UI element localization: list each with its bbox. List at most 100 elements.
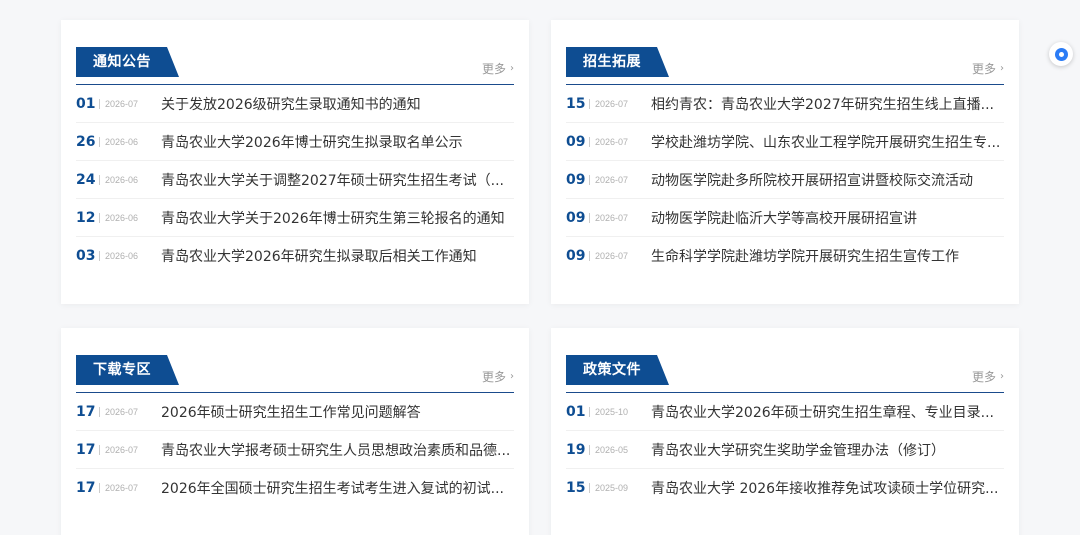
item-year-month: 2025-09: [595, 483, 629, 493]
item-day: 03: [76, 248, 96, 264]
divider: [99, 483, 100, 493]
list-item[interactable]: 03 2026-06 青岛农业大学2026年研究生拟录取后相关工作通知: [76, 237, 514, 275]
divider: [589, 212, 590, 223]
item-title[interactable]: 关于发放2026级研究生录取通知书的通知: [161, 94, 514, 114]
divider: [99, 174, 100, 185]
item-year-month: 2026-07: [595, 212, 629, 223]
more-label: 更多: [971, 370, 996, 384]
list-item[interactable]: 17 2026-07 2026年硕士研究生招生工作常见问题解答: [76, 393, 514, 431]
list-item[interactable]: 15 2026-07 相约青农：青岛农业大学2027年研究生招生线上直播...: [566, 85, 1004, 123]
news-list: 15 2026-07 相约青农：青岛农业大学2027年研究生招生线上直播... 09…: [566, 85, 1004, 275]
item-year-month: 2026-07: [105, 406, 139, 417]
item-title[interactable]: 青岛农业大学研究生奖助学金管理办法（修订）: [651, 440, 1004, 460]
list-item[interactable]: 09 2026-07 学校赴潍坊学院、山东农业工程学院开展研究生招生专...: [566, 123, 1004, 161]
list-item[interactable]: 17 2026-07 2026年全国硕士研究生招生考试考生进入复试的初试...: [76, 469, 514, 507]
item-year-month: 2026-06: [105, 212, 139, 223]
item-year-month: 2026-05: [595, 444, 629, 455]
chevron-right-icon: ›: [1000, 63, 1004, 74]
panel-header: 下载专区 更多 ›: [76, 355, 514, 393]
list-item[interactable]: 09 2026-07 动物医学院赴临沂大学等高校开展研招宣讲: [566, 199, 1004, 237]
list-item[interactable]: 09 2026-07 动物医学院赴多所院校开展研招宣讲暨校际交流活动: [566, 161, 1004, 199]
panel-downloads: 下载专区 更多 › 17 2026-07 2026年硕士研究生招生工作常见问题解答 …: [61, 328, 529, 535]
item-year-month: 2026-06: [105, 174, 139, 185]
panel-title[interactable]: 政策文件: [566, 355, 669, 385]
divider: [99, 98, 100, 109]
list-item[interactable]: 19 2026-05 青岛农业大学研究生奖助学金管理办法（修订）: [566, 431, 1004, 469]
divider: [589, 406, 590, 417]
divider: [99, 406, 100, 417]
more-link[interactable]: 更多 ›: [972, 368, 1004, 385]
list-item[interactable]: 17 2026-07 青岛农业大学报考硕士研究生人员思想政治素质和品德...: [76, 431, 514, 469]
item-title[interactable]: 青岛农业大学2026年硕士研究生招生章程、专业目录...: [651, 402, 1004, 422]
item-title[interactable]: 青岛农业大学 2026年接收推荐免试攻读硕士学位研究...: [651, 478, 1004, 498]
panel-title[interactable]: 下载专区: [76, 355, 179, 385]
item-title[interactable]: 青岛农业大学2026年研究生拟录取后相关工作通知: [161, 246, 514, 266]
item-day: 09: [566, 248, 586, 264]
news-list: 17 2026-07 2026年硕士研究生招生工作常见问题解答 17 2026-07 青…: [76, 393, 514, 507]
item-day: 15: [566, 480, 586, 496]
panel-header: 政策文件 更多 ›: [566, 355, 1004, 393]
item-day: 01: [566, 403, 586, 420]
item-title[interactable]: 动物医学院赴多所院校开展研招宣讲暨校际交流活动: [651, 170, 1004, 190]
chevron-right-icon: ›: [510, 63, 514, 74]
list-item[interactable]: 01 2025-10 青岛农业大学2026年硕士研究生招生章程、专业目录...: [566, 393, 1004, 431]
more-label: 更多: [971, 62, 996, 76]
list-item[interactable]: 09 2026-07 生命科学学院赴潍坊学院开展研究生招生宣传工作: [566, 237, 1004, 275]
item-year-month: 2026-07: [595, 251, 629, 261]
item-title[interactable]: 相约青农：青岛农业大学2027年研究生招生线上直播...: [651, 94, 1004, 114]
more-link[interactable]: 更多 ›: [972, 60, 1004, 77]
item-day: 12: [76, 209, 96, 226]
item-title[interactable]: 青岛农业大学报考硕士研究生人员思想政治素质和品德...: [161, 440, 514, 460]
more-label: 更多: [481, 370, 506, 384]
chevron-right-icon: ›: [1000, 371, 1004, 382]
item-title[interactable]: 2026年硕士研究生招生工作常见问题解答: [161, 402, 514, 422]
divider: [589, 98, 590, 109]
list-item[interactable]: 12 2026-06 青岛农业大学关于2026年博士研究生第三轮报名的通知: [76, 199, 514, 237]
more-link[interactable]: 更多 ›: [482, 60, 514, 77]
list-item[interactable]: 15 2025-09 青岛农业大学 2026年接收推荐免试攻读硕士学位研究...: [566, 469, 1004, 507]
panel-header: 招生拓展 更多 ›: [566, 47, 1004, 85]
divider: [589, 483, 590, 493]
news-list: 01 2025-10 青岛农业大学2026年硕士研究生招生章程、专业目录... 19…: [566, 393, 1004, 507]
item-year-month: 2026-07: [595, 136, 629, 147]
panel-policies: 政策文件 更多 › 01 2025-10 青岛农业大学2026年硕士研究生招生章程、…: [551, 328, 1019, 535]
divider: [99, 212, 100, 223]
panel-title[interactable]: 招生拓展: [566, 47, 669, 77]
panel-title[interactable]: 通知公告: [76, 47, 179, 77]
assistant-icon: [1054, 47, 1068, 61]
item-day: 09: [566, 209, 586, 226]
divider: [589, 251, 590, 261]
item-year-month: 2026-06: [105, 136, 139, 147]
item-title[interactable]: 青岛农业大学关于调整2027年硕士研究生招生考试（...: [161, 170, 514, 190]
list-item[interactable]: 24 2026-06 青岛农业大学关于调整2027年硕士研究生招生考试（...: [76, 161, 514, 199]
list-item[interactable]: 26 2026-06 青岛农业大学2026年博士研究生拟录取名单公示: [76, 123, 514, 161]
item-year-month: 2026-07: [595, 174, 629, 185]
divider: [99, 444, 100, 455]
item-day: 17: [76, 403, 96, 420]
item-title[interactable]: 青岛农业大学2026年博士研究生拟录取名单公示: [161, 132, 514, 152]
item-day: 17: [76, 441, 96, 458]
more-label: 更多: [481, 62, 506, 76]
divider: [589, 136, 590, 147]
item-year-month: 2026-07: [595, 98, 629, 109]
item-day: 01: [76, 95, 96, 112]
item-day: 15: [566, 95, 586, 112]
item-title[interactable]: 2026年全国硕士研究生招生考试考生进入复试的初试...: [161, 478, 514, 498]
item-title[interactable]: 动物医学院赴临沂大学等高校开展研招宣讲: [651, 208, 1004, 228]
item-year-month: 2026-07: [105, 98, 139, 109]
item-title[interactable]: 青岛农业大学关于2026年博士研究生第三轮报名的通知: [161, 208, 514, 228]
divider: [99, 136, 100, 147]
news-list: 01 2026-07 关于发放2026级研究生录取通知书的通知 26 2026-06 青…: [76, 85, 514, 275]
item-title[interactable]: 学校赴潍坊学院、山东农业工程学院开展研究生招生专...: [651, 132, 1004, 152]
list-item[interactable]: 01 2026-07 关于发放2026级研究生录取通知书的通知: [76, 85, 514, 123]
assistant-float-button[interactable]: [1049, 42, 1073, 66]
item-day: 24: [76, 171, 96, 188]
item-day: 09: [566, 133, 586, 150]
more-link[interactable]: 更多 ›: [482, 368, 514, 385]
item-day: 17: [76, 480, 96, 496]
item-year-month: 2026-06: [105, 251, 139, 261]
item-title[interactable]: 生命科学学院赴潍坊学院开展研究生招生宣传工作: [651, 246, 1004, 266]
chevron-right-icon: ›: [510, 371, 514, 382]
divider: [589, 174, 590, 185]
panel-header: 通知公告 更多 ›: [76, 47, 514, 85]
